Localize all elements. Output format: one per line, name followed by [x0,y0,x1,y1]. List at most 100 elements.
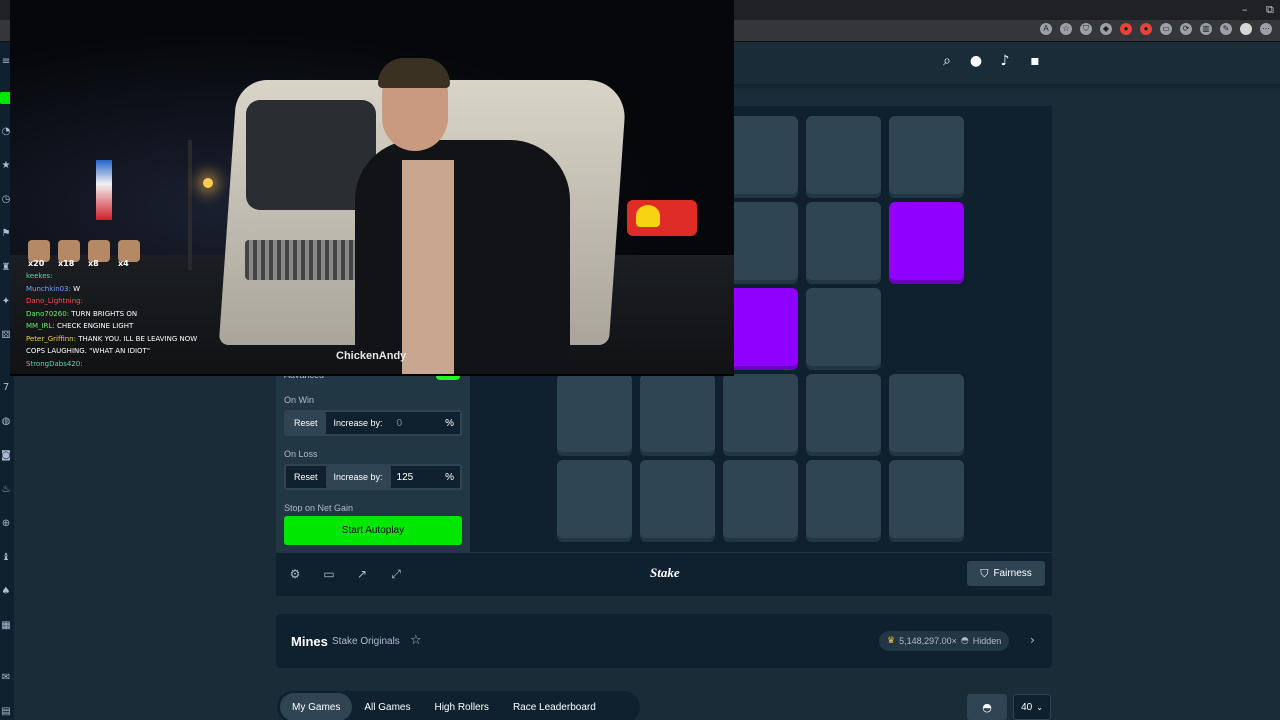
chat-username: Munchkin03: [26,284,71,293]
on-loss-label: On Loss [284,449,318,459]
chat-icon[interactable]: ▪ [1026,52,1044,70]
minimize-icon[interactable]: – [1242,3,1248,16]
tab-all-games[interactable]: All Games [352,693,422,720]
streamer-cap [378,58,450,88]
screen-extension-icon[interactable]: ▭ [1160,23,1172,35]
mine-tile[interactable] [806,288,881,366]
chat-message: COPS LAUGHING. "WHAT AN IDIOT" [26,345,226,358]
gas-station-sign [96,160,112,220]
mine-tile-gem[interactable] [723,288,798,366]
bookmark-star-icon[interactable]: ☆ [1060,23,1072,35]
shield-check-icon: ⛉ [980,566,989,580]
chat-username: Dano_Lightning: [26,297,83,305]
grid-icon[interactable]: ▦ [0,620,12,632]
favorite-star-icon[interactable]: ☆ [410,633,422,648]
slots-icon[interactable]: 7 [0,382,12,394]
chat-message: Dano70260: TURN BRIGHTS ON [26,308,226,321]
streamer-jacket [355,140,570,374]
mine-tile[interactable] [723,202,798,280]
diamond-extension-icon[interactable]: ◆ [1100,23,1112,35]
wheel-icon[interactable]: ⊕ [0,518,12,530]
on-win-increase-button[interactable]: Increase by: [326,412,391,434]
sidepanel-icon[interactable]: ▥ [1200,23,1212,35]
street-light [203,178,213,188]
mine-tile[interactable] [640,460,715,538]
restore-icon[interactable]: ⧉ [1266,3,1274,17]
chat-text: TURN BRIGHTS ON [71,309,138,318]
adblock-extension-icon[interactable]: ● [1140,23,1152,35]
incognito-icon: ◓ [960,636,969,646]
game-provider[interactable]: Stake Originals [332,636,400,647]
fairness-button[interactable]: ⛉ Fairness [967,561,1045,586]
emote-image: x8 [88,240,110,268]
on-loss-reset-button[interactable]: Reset [286,466,326,488]
start-autoplay-button[interactable]: Start Autoplay [284,516,462,545]
settings-icon[interactable]: ⚙ [287,566,303,582]
document-icon[interactable]: ▤ [0,706,12,718]
mine-tile[interactable] [640,374,715,452]
edit-icon[interactable]: ✎ [1220,23,1232,35]
mine-tile[interactable] [806,460,881,538]
rows-count-value: 40 [1021,701,1033,713]
cards-icon[interactable]: ♠ [0,586,12,598]
chat-username: MM_IRL: [26,322,55,330]
on-win-control: Reset Increase by: 0% [284,410,462,436]
popout-icon[interactable]: ⤢ [388,566,404,582]
menu-kebab-icon[interactable]: ⋯ [1260,23,1272,35]
mine-tile-gem[interactable] [889,202,964,280]
emote-count: x4 [118,259,129,268]
emote-count: x20 [28,259,45,268]
mine-tile[interactable] [889,116,964,194]
incognito-toggle-button[interactable]: ◓ [967,694,1007,720]
mine-tile[interactable] [889,374,964,452]
mine-tile[interactable] [889,460,964,538]
chat-username: keekes: [26,272,53,280]
max-multiplier-badge[interactable]: ♛ 5,148,297.00× ◓ Hidden [879,631,1010,651]
utility-pole [188,140,192,270]
mine-tile[interactable] [723,460,798,538]
roulette-icon[interactable]: ◍ [0,416,12,428]
extension-row: A ☆ ⛉ ◆ ● ● ▭ ⟳ ▥ ✎ ⋯ [1040,23,1272,35]
chat-text: COPS LAUGHING. "WHAT AN IDIOT" [26,347,151,355]
mine-tile[interactable] [557,374,632,452]
on-win-reset-button[interactable]: Reset [286,412,326,434]
chat-text: THANK YOU. ILL BE LEAVING NOW [78,334,198,343]
tab-high-rollers[interactable]: High Rollers [422,693,500,720]
refresh-extension-icon[interactable]: ⟳ [1180,23,1192,35]
bets-tabs: My Games All Games High Rollers Race Lea… [280,693,608,720]
user-icon[interactable]: ● [967,52,985,70]
mine-tile[interactable] [806,374,881,452]
chevron-right-icon[interactable]: › [1030,633,1035,647]
chat-username: StrongDabs420: [26,359,83,368]
record-extension-icon[interactable]: ● [1120,23,1132,35]
max-multiplier-value: 5,148,297.00× [899,636,957,646]
emote-count: x8 [88,259,99,268]
gift-icon[interactable]: ✉ [0,672,12,684]
chair-icon[interactable]: ♝ [0,552,12,564]
profile-avatar[interactable] [1240,23,1252,35]
bell-icon[interactable]: ♪ [996,52,1014,70]
mine-tile[interactable] [723,374,798,452]
percent-icon: % [445,417,454,429]
mine-tile[interactable] [557,460,632,538]
chevron-down-icon: ⌄ [1036,702,1043,712]
tab-my-games[interactable]: My Games [280,693,353,720]
on-loss-increase-button[interactable]: Increase by: [325,466,391,488]
stats-icon[interactable]: ↗ [354,566,370,582]
mine-tile[interactable] [806,202,881,280]
on-loss-input[interactable]: 125% [390,466,460,488]
shield-extension-icon[interactable]: ⛉ [1080,23,1092,35]
rows-count-select[interactable]: 40 ⌄ [1013,694,1051,720]
mine-tile[interactable] [723,116,798,194]
fire-icon[interactable]: ♨ [0,484,12,496]
on-win-input[interactable]: 0% [390,412,460,434]
mine-tile[interactable] [806,116,881,194]
translate-icon[interactable]: A [1040,23,1052,35]
chat-message: Peter_Griffinn: THANK YOU. ILL BE LEAVIN… [26,333,226,346]
live-icon[interactable]: ◙ [0,450,12,462]
tab-race-leaderboard[interactable]: Race Leaderboard [501,693,608,720]
chat-text: W [73,284,81,293]
emote-image: x18 [58,240,80,268]
search-icon[interactable]: ⌕ [938,52,956,70]
theatre-mode-icon[interactable]: ▭ [321,566,337,582]
